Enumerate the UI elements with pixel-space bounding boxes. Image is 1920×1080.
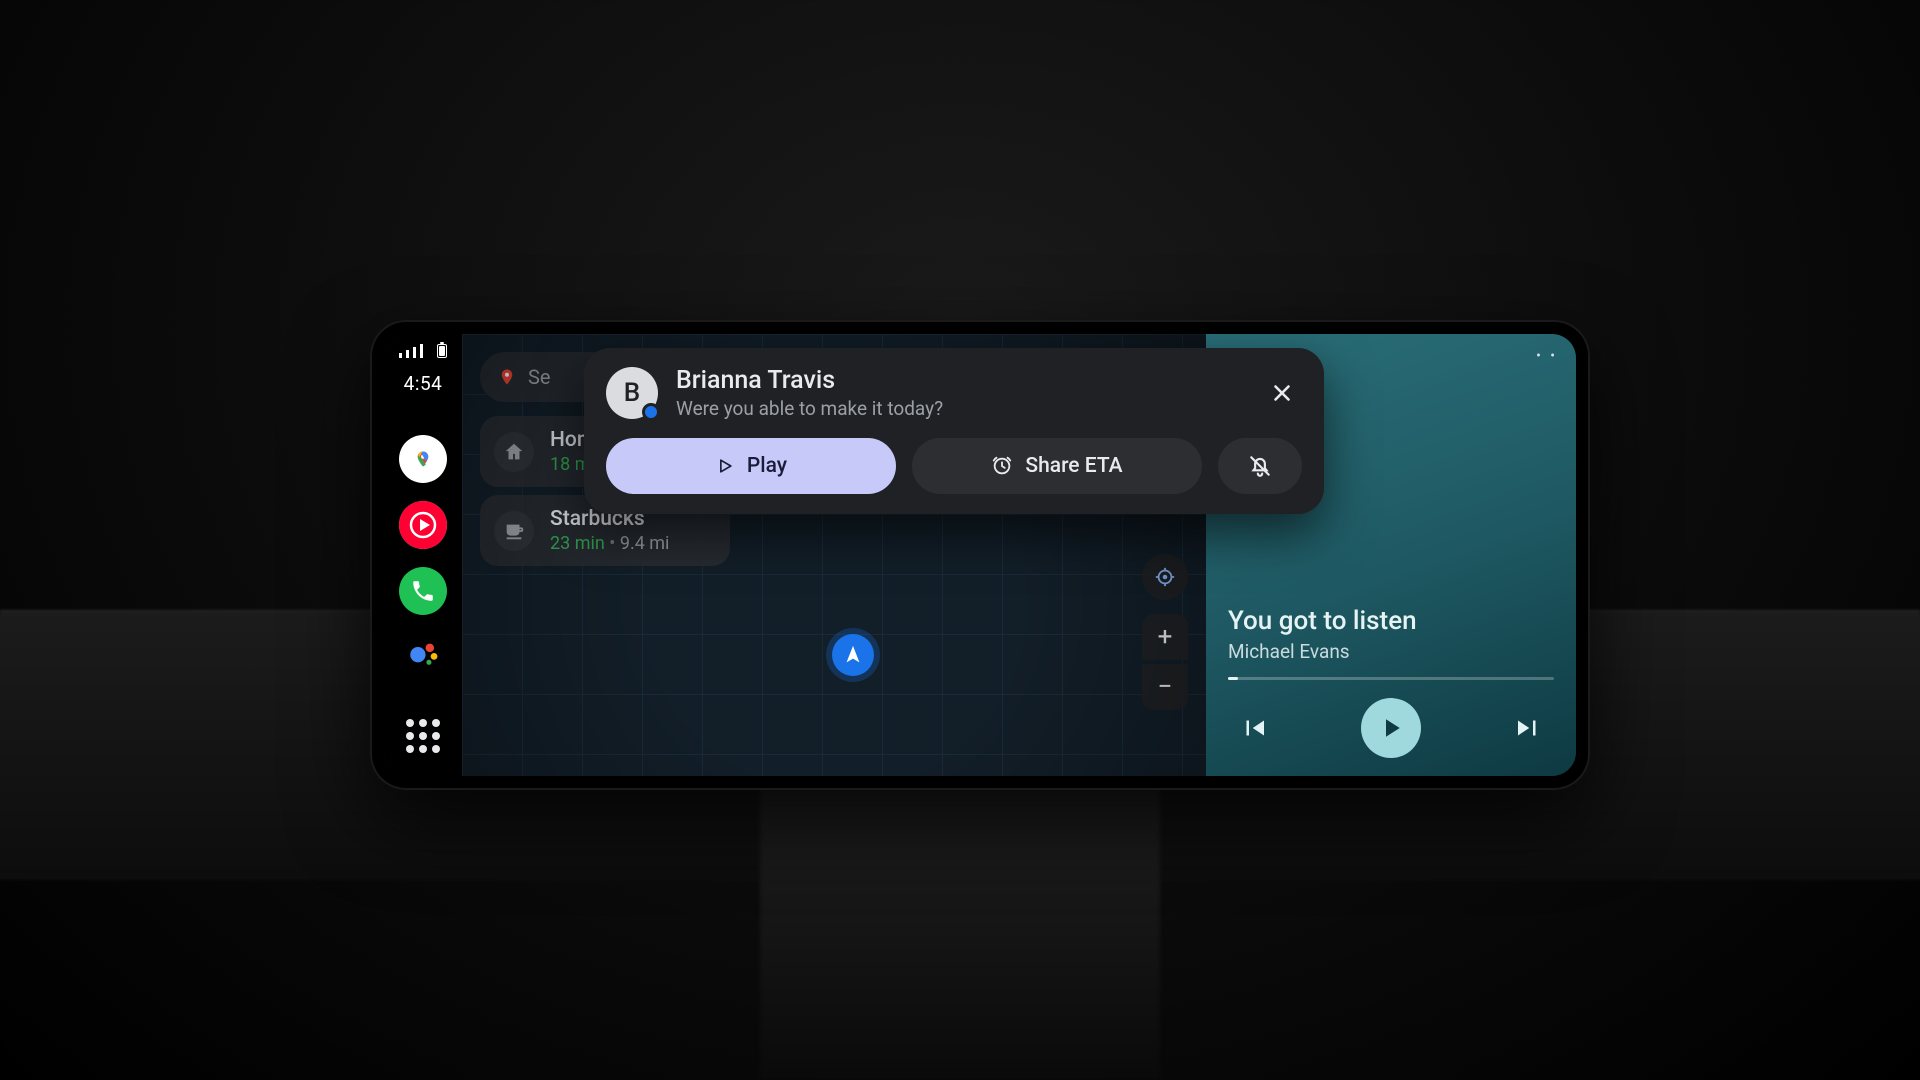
current-location-marker bbox=[832, 634, 874, 676]
next-track-button[interactable] bbox=[1508, 708, 1548, 748]
share-eta-button[interactable]: Share ETA bbox=[912, 438, 1202, 494]
sender-avatar: B bbox=[606, 367, 658, 419]
screen: 4:54 bbox=[384, 334, 1576, 776]
play-icon bbox=[715, 456, 735, 476]
previous-track-button[interactable] bbox=[1234, 708, 1274, 748]
play-button[interactable] bbox=[1361, 698, 1421, 758]
clock-share-icon bbox=[991, 455, 1013, 477]
mute-button[interactable] bbox=[1218, 438, 1302, 494]
message-notification: B Brianna Travis Were you able to make i… bbox=[584, 348, 1324, 514]
battery-icon bbox=[437, 344, 447, 358]
media-menu-icon[interactable]: • • bbox=[1536, 348, 1558, 364]
progress-bar[interactable] bbox=[1228, 677, 1554, 680]
home-icon bbox=[494, 432, 534, 472]
head-unit: 4:54 bbox=[370, 320, 1590, 790]
messages-app-badge-icon bbox=[642, 403, 660, 421]
track-artist: Michael Evans bbox=[1228, 640, 1554, 663]
recenter-button[interactable] bbox=[1142, 554, 1188, 600]
app-youtube-music[interactable] bbox=[399, 501, 447, 549]
coffee-icon bbox=[494, 511, 534, 551]
bell-off-icon bbox=[1247, 453, 1273, 479]
app-launcher[interactable] bbox=[403, 716, 443, 756]
zoom-in-button[interactable]: + bbox=[1142, 614, 1188, 660]
search-placeholder: Se bbox=[528, 365, 550, 389]
message-preview: Were you able to make it today? bbox=[676, 397, 943, 420]
clock: 4:54 bbox=[404, 372, 443, 395]
app-phone[interactable] bbox=[399, 567, 447, 615]
track-title: You got to listen bbox=[1228, 606, 1554, 636]
sender-name: Brianna Travis bbox=[676, 366, 943, 395]
zoom-out-button[interactable]: − bbox=[1142, 664, 1188, 710]
play-message-button[interactable]: Play bbox=[606, 438, 896, 494]
close-button[interactable] bbox=[1262, 373, 1302, 413]
app-assistant[interactable] bbox=[403, 633, 443, 673]
app-maps[interactable] bbox=[399, 435, 447, 483]
status-icons bbox=[399, 344, 447, 358]
system-rail: 4:54 bbox=[384, 334, 462, 776]
